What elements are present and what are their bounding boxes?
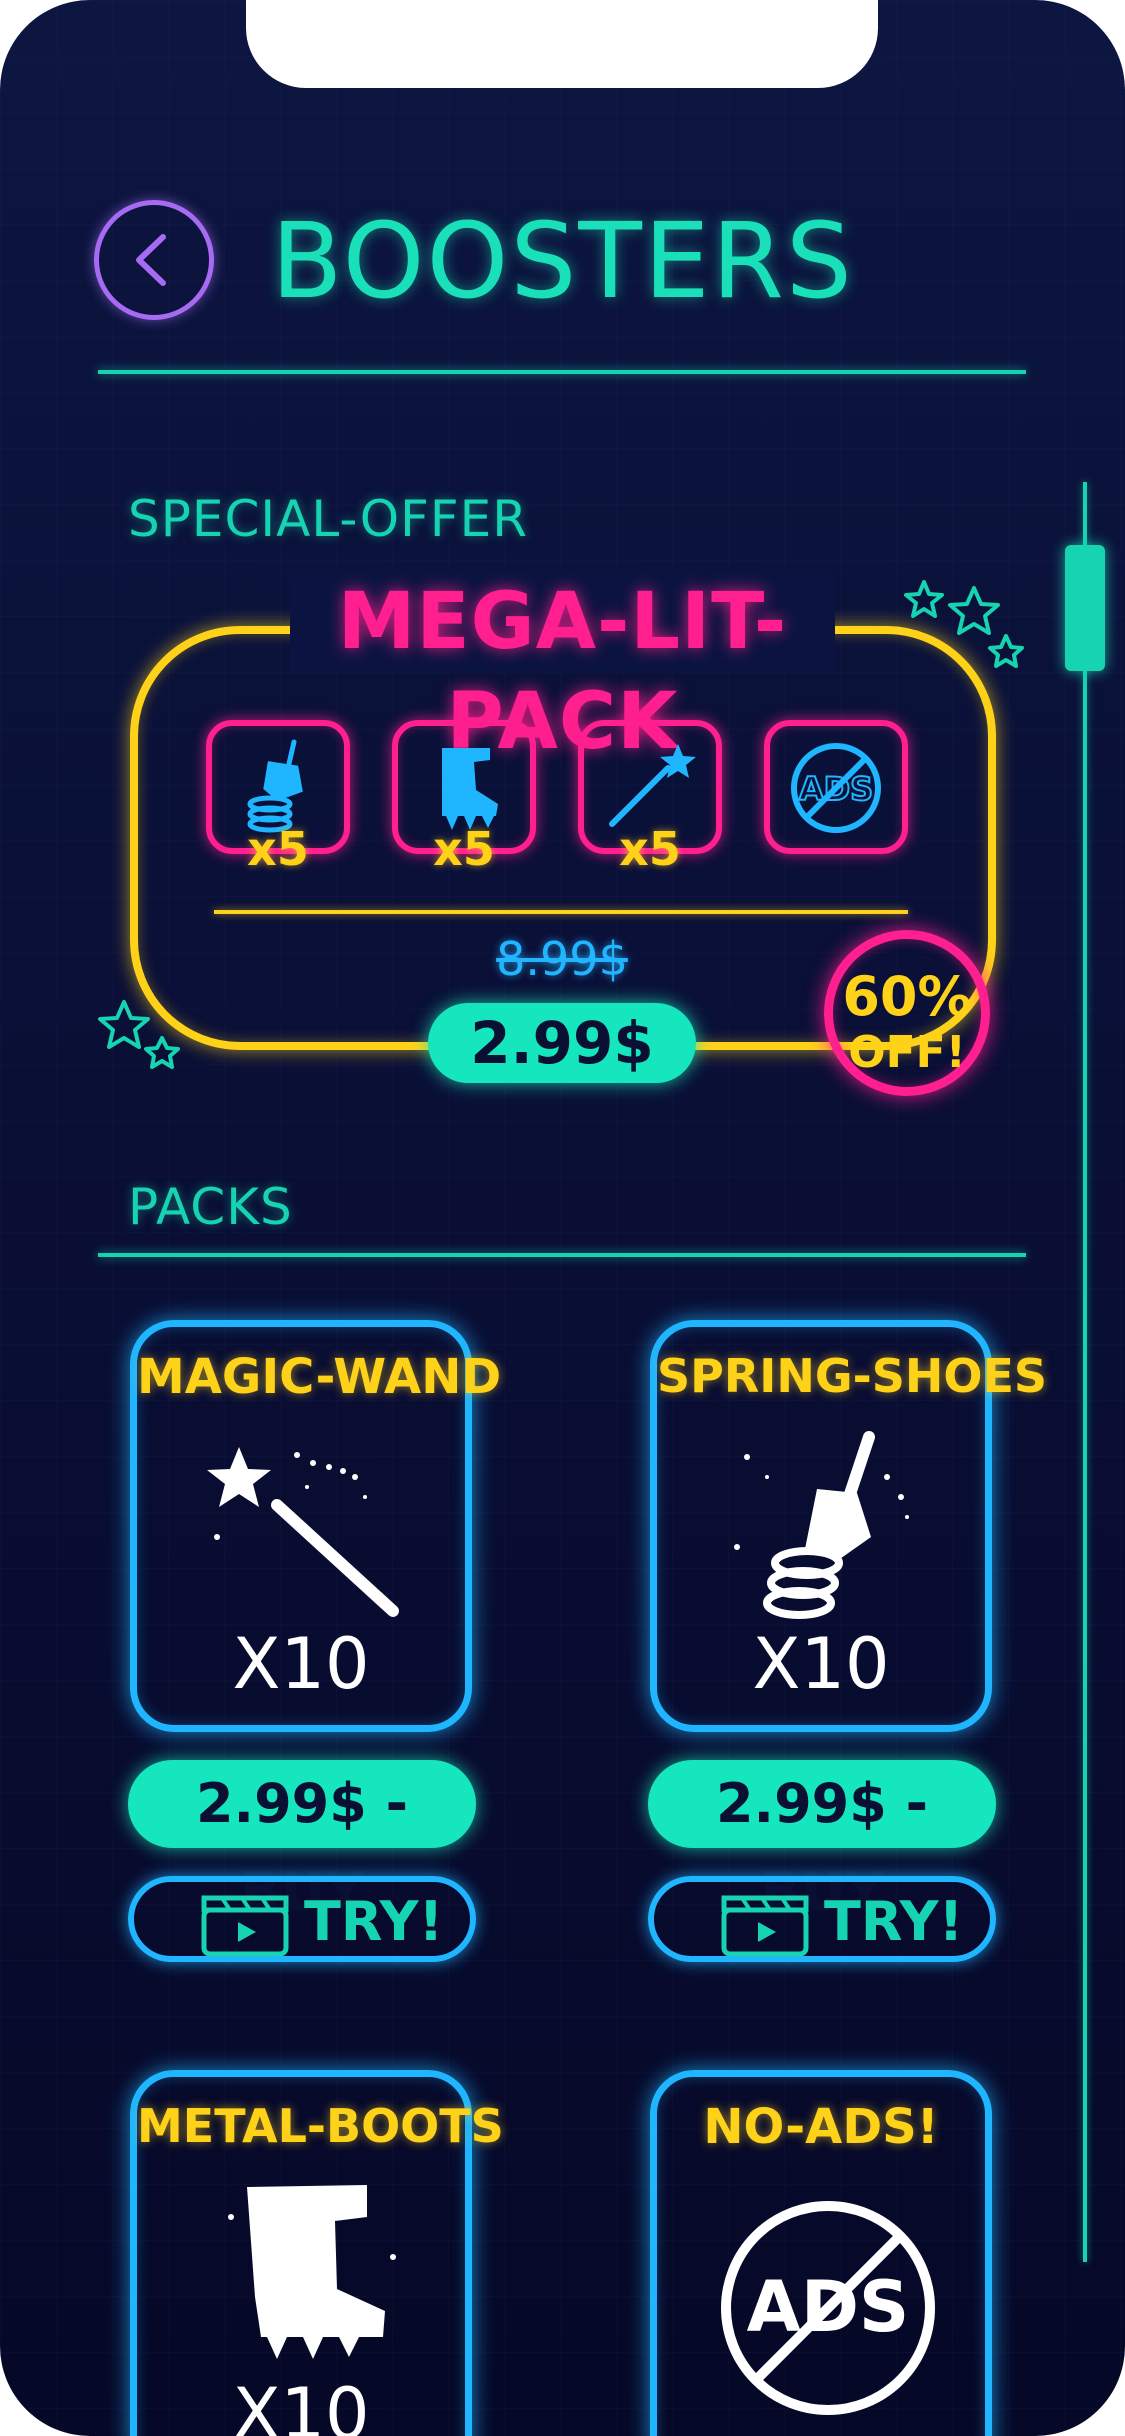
pack-title: NO-ADS! bbox=[703, 2099, 939, 2155]
packs-divider bbox=[98, 1253, 1026, 1257]
pack-card-spring-shoes[interactable]: SPRING-SHOES X10 bbox=[650, 1320, 1048, 1732]
pack-card-metal-boots[interactable]: METAL-BOOTS X10 bbox=[130, 2070, 504, 2436]
stars-decoration-icon bbox=[904, 580, 1024, 668]
old-price: 8.99$ bbox=[496, 932, 628, 986]
scrollbar-thumb[interactable] bbox=[1065, 545, 1105, 671]
offer-item-qty: x5 bbox=[619, 822, 681, 876]
offer-item-metal-boots: x5 bbox=[392, 720, 536, 876]
buy-offer-button[interactable]: 2.99$ bbox=[428, 1003, 696, 1083]
pack-qty: X10 bbox=[232, 2373, 370, 2436]
packs-label: PACKS bbox=[128, 1178, 293, 1236]
offer-item-magic-wand: x5 bbox=[578, 720, 722, 876]
svg-text:ADS: ADS bbox=[799, 770, 873, 808]
buy-button-magic-wand[interactable]: 2.99$ - BUY bbox=[128, 1760, 476, 1923]
pack-title: SPRING-SHOES bbox=[657, 1349, 1048, 1403]
scrollbar-track[interactable] bbox=[1083, 482, 1087, 2262]
no-ads-icon: ADS bbox=[791, 743, 881, 833]
special-offer-label: SPECIAL-OFFER bbox=[128, 490, 528, 548]
buy-button-spring-shoes[interactable]: 2.99$ - BUY bbox=[648, 1760, 996, 1923]
mega-pack-title: MEGA-LIT-PACK bbox=[290, 572, 835, 767]
pack-card-magic-wand[interactable]: MAGIC-WAND X10 bbox=[130, 1320, 502, 1732]
pack-card-no-ads[interactable]: NO-ADS! ADS bbox=[650, 2070, 992, 2436]
offer-item-qty: x5 bbox=[433, 822, 495, 876]
pack-qty: X10 bbox=[752, 1623, 890, 1705]
try-button-spring-shoes[interactable]: TRY! bbox=[648, 1876, 996, 1962]
discount-percent: 60% bbox=[842, 965, 972, 1028]
pack-qty: X10 bbox=[232, 1623, 370, 1705]
ads-text: ADS bbox=[747, 2266, 910, 2348]
try-label: TRY! bbox=[304, 1890, 444, 1953]
device-notch bbox=[246, 0, 878, 88]
magic-wand-icon bbox=[207, 1447, 399, 1617]
spring-shoes-icon bbox=[734, 1431, 909, 1619]
stars-decoration-icon bbox=[98, 1000, 180, 1069]
pack-title: METAL-BOOTS bbox=[137, 2099, 504, 2153]
offer-divider bbox=[214, 910, 908, 914]
try-button-magic-wand[interactable]: TRY! bbox=[128, 1876, 476, 1962]
discount-off: OFF! bbox=[848, 1027, 966, 1078]
no-ads-icon: ADS bbox=[721, 2201, 935, 2415]
video-clapper-icon bbox=[721, 1895, 809, 1957]
pack-title: MAGIC-WAND bbox=[137, 1349, 502, 1405]
try-label: TRY! bbox=[824, 1890, 964, 1953]
app-screen: BOOSTERS SPECIAL-OFFER MEGA-LIT-PACK x5 … bbox=[0, 0, 1125, 2436]
video-clapper-icon bbox=[201, 1895, 289, 1957]
offer-item-spring-shoes: x5 bbox=[206, 720, 350, 876]
discount-badge: 60% OFF! bbox=[824, 930, 990, 1096]
offer-item-qty: x5 bbox=[247, 822, 309, 876]
page-title: BOOSTERS bbox=[271, 200, 854, 322]
header-divider bbox=[98, 370, 1026, 374]
metal-boot-icon bbox=[228, 2185, 396, 2359]
offer-item-no-ads: ADS bbox=[764, 720, 908, 854]
